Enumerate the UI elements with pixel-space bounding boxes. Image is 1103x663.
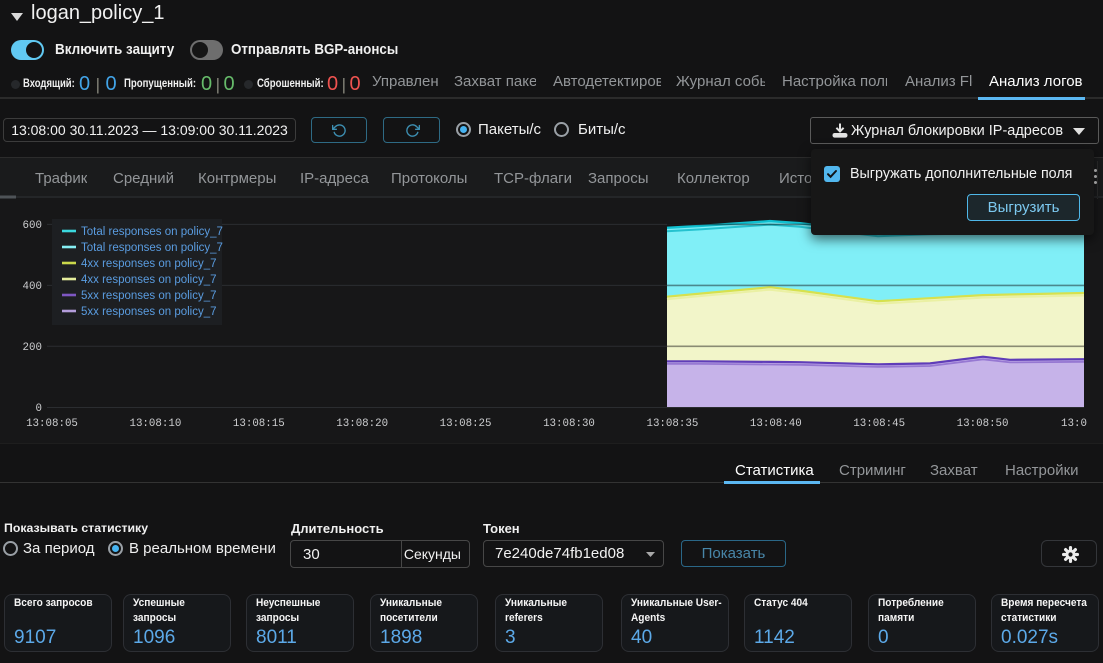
svg-text:4xx responses on policy_7: 4xx responses on policy_7 [81, 258, 217, 270]
svg-text:Total responses on policy_7: Total responses on policy_7 [81, 226, 223, 238]
svg-text:13:08:50: 13:08:50 [957, 418, 1009, 430]
svg-text:0: 0 [36, 403, 42, 415]
svg-text:Total responses on policy_7: Total responses on policy_7 [81, 242, 223, 254]
svg-text:13:08:20: 13:08:20 [336, 418, 388, 430]
svg-text:13:08:15: 13:08:15 [233, 418, 285, 430]
svg-text:13:08:25: 13:08:25 [440, 418, 492, 430]
svg-text:5xx responses on policy_7: 5xx responses on policy_7 [81, 290, 217, 302]
svg-text:4xx responses on policy_7: 4xx responses on policy_7 [81, 274, 217, 286]
svg-text:13:08:30: 13:08:30 [543, 418, 595, 430]
svg-text:200: 200 [23, 342, 42, 354]
svg-text:13:08:45: 13:08:45 [853, 418, 905, 430]
svg-text:13:08:40: 13:08:40 [750, 418, 802, 430]
svg-text:13:08:10: 13:08:10 [129, 418, 181, 430]
svg-text:13:08:05: 13:08:05 [26, 418, 78, 430]
svg-text:400: 400 [23, 281, 42, 293]
svg-text:13:08:35: 13:08:35 [646, 418, 698, 430]
svg-text:5xx responses on policy_7: 5xx responses on policy_7 [81, 306, 217, 318]
svg-text:600: 600 [23, 220, 42, 232]
svg-text:13:0: 13:0 [1061, 418, 1087, 430]
